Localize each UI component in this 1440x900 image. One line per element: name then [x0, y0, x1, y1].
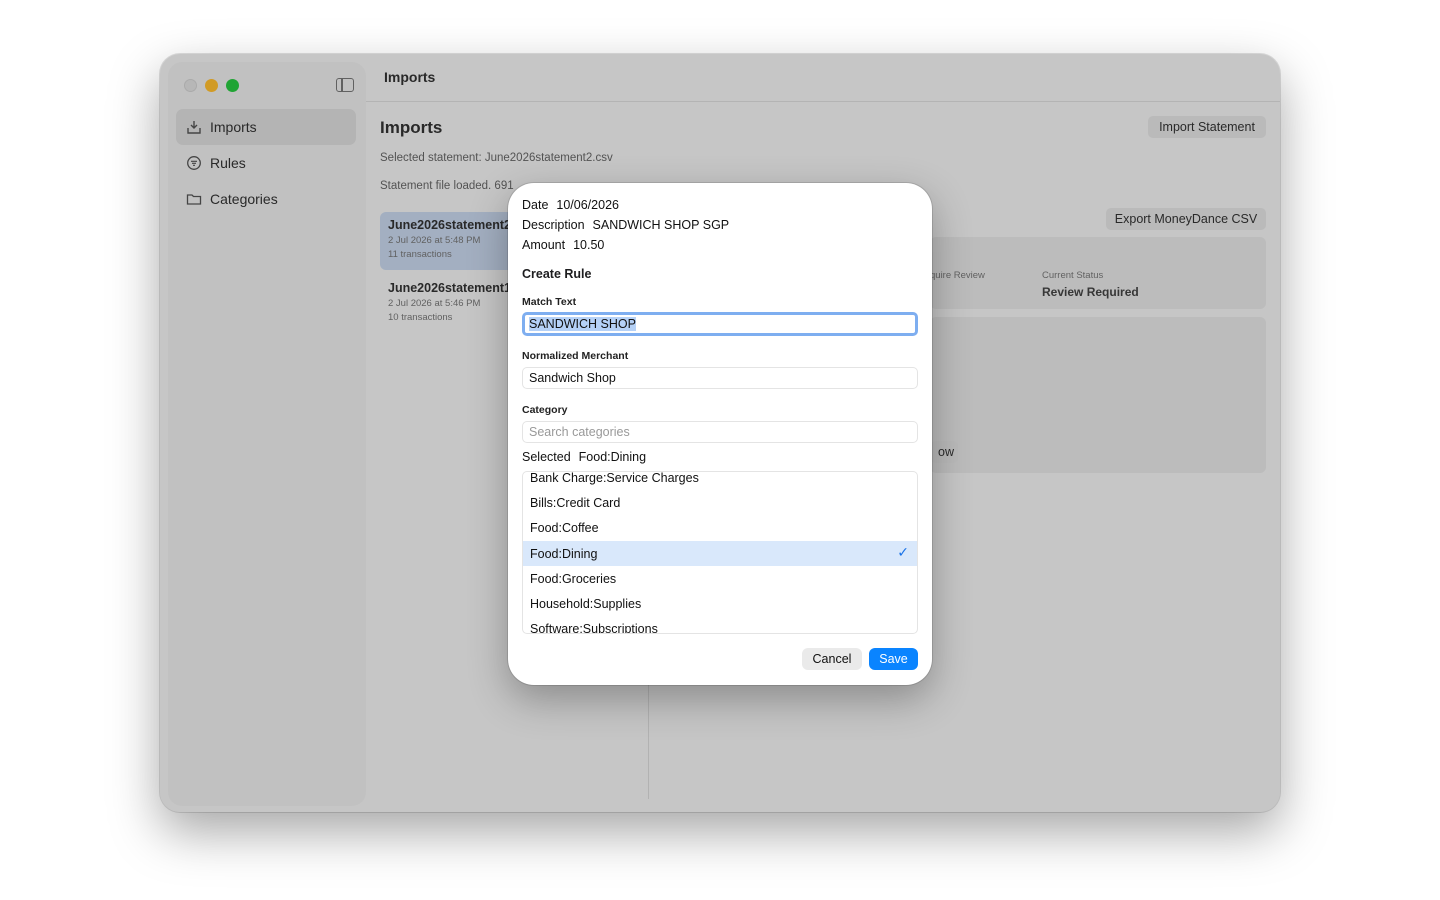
category-option[interactable]: Bank Charge:Service Charges — [523, 472, 917, 490]
category-option[interactable]: Food:Coffee — [523, 516, 917, 541]
category-option[interactable]: Food:Groceries — [523, 566, 917, 591]
transaction-amount: Amount 10.50 — [522, 238, 605, 252]
match-text-label: Match Text — [522, 296, 577, 308]
category-option[interactable]: Software:Subscriptions — [523, 617, 917, 633]
category-label: Category — [522, 404, 568, 416]
create-rule-dialog: Date 10/06/2026 Description SANDWICH SHOP … — [508, 183, 932, 685]
normalized-merchant-value: Sandwich Shop — [529, 371, 616, 385]
normalized-merchant-input[interactable]: Sandwich Shop — [522, 367, 918, 389]
transaction-description: Description SANDWICH SHOP SGP — [522, 218, 730, 232]
category-option[interactable]: Household:Supplies — [523, 591, 917, 616]
category-option-selected[interactable]: Food:Dining ✓ — [523, 540, 917, 567]
cancel-button[interactable]: Cancel — [802, 648, 862, 670]
normalized-merchant-label: Normalized Merchant — [522, 350, 629, 362]
category-search-input[interactable]: Search categories — [522, 421, 918, 443]
match-text-value: SANDWICH SHOP — [529, 317, 636, 331]
selected-category: Selected Food:Dining — [522, 450, 647, 464]
save-button[interactable]: Save — [869, 648, 918, 670]
checkmark-icon: ✓ — [897, 543, 909, 560]
match-text-input[interactable]: SANDWICH SHOP — [522, 312, 918, 336]
category-list[interactable]: Bank Charge:Service Charges Bills:Credit… — [522, 471, 918, 634]
category-option[interactable]: Bills:Credit Card — [523, 490, 917, 515]
category-search-placeholder: Search categories — [529, 425, 630, 439]
dialog-title: Create Rule — [522, 267, 592, 281]
transaction-date: Date 10/06/2026 — [522, 198, 619, 212]
